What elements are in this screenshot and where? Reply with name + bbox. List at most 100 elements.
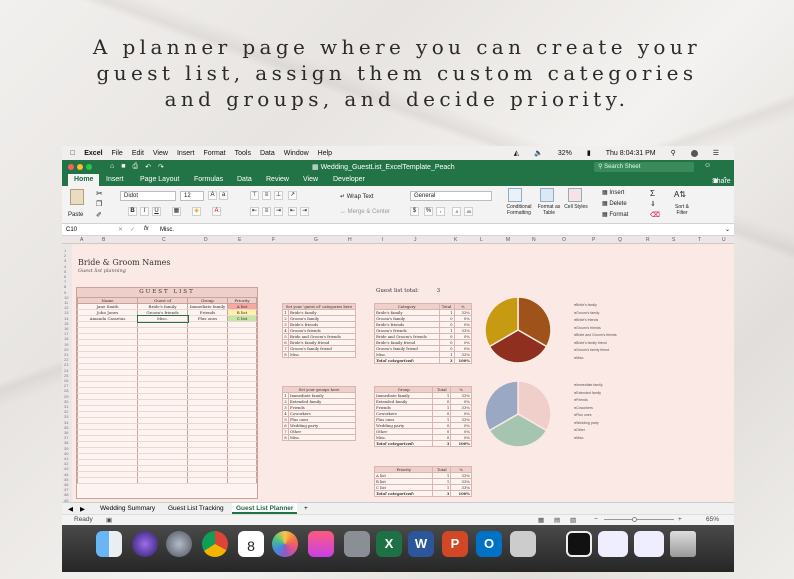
tab-home[interactable]: Home [68, 174, 100, 186]
copy-icon[interactable]: ❐ [96, 200, 102, 208]
decrease-decimal-icon[interactable]: .00 [464, 207, 473, 216]
minimize-window-button[interactable] [77, 164, 83, 170]
merge-center-button[interactable]: ↔ Merge & Center [340, 209, 390, 215]
column-header-r[interactable]: R [646, 237, 650, 243]
column-header-b[interactable]: B [102, 237, 105, 243]
orientation-icon[interactable]: ↗ [288, 191, 297, 200]
paste-label[interactable]: Paste [68, 212, 83, 218]
outlook-icon[interactable]: O [476, 531, 502, 557]
redo-icon[interactable]: ↷ [158, 163, 164, 171]
group-setup-item[interactable]: Misc. [288, 434, 356, 441]
sort-filter-label[interactable]: Sort & Filter [670, 204, 694, 216]
search-sheet-input[interactable]: ⚲ Search Sheet [594, 162, 694, 172]
menu-list-icon[interactable]: ☰ [713, 149, 719, 157]
column-header-n[interactable]: N [532, 237, 536, 243]
tab-insert[interactable]: Insert [106, 176, 124, 183]
align-right-icon[interactable]: ⇥ [274, 207, 283, 216]
currency-icon[interactable]: $ [410, 207, 419, 216]
sheet-tab-guest-list-tracking[interactable]: Guest List Tracking [168, 505, 224, 512]
align-center-icon[interactable]: ≡ [262, 207, 271, 216]
column-header-l[interactable]: L [480, 237, 483, 243]
comma-icon[interactable]: , [436, 207, 445, 216]
category-setup-item[interactable]: Misc. [288, 351, 356, 358]
column-header-g[interactable]: G [314, 237, 318, 243]
music-icon[interactable] [308, 531, 334, 557]
font-color-icon[interactable]: A [212, 207, 221, 216]
add-sheet-icon[interactable]: + [304, 505, 308, 512]
photos-icon[interactable] [272, 531, 298, 557]
zoom-level[interactable]: 65% [706, 516, 719, 523]
column-header-h[interactable]: H [348, 237, 352, 243]
cancel-formula-icon[interactable]: ✕ [118, 226, 123, 233]
guest-cell[interactable] [137, 477, 188, 484]
word-icon[interactable]: W [408, 531, 434, 557]
fill-icon[interactable]: ⇓ [650, 200, 656, 208]
tab-review[interactable]: Review [266, 176, 289, 183]
ribbon-collapse-icon[interactable]: ⌃ [722, 176, 728, 184]
prev-sheet-icon[interactable]: ◀ [68, 505, 73, 513]
format-as-table-label[interactable]: Format as Table [536, 204, 562, 216]
trash-icon[interactable] [670, 531, 696, 557]
volume-icon[interactable]: 🔈 [534, 149, 543, 157]
finder-icon[interactable] [96, 531, 122, 557]
format-as-table-icon[interactable] [540, 188, 554, 202]
zoom-slider-thumb[interactable] [632, 517, 637, 522]
align-left-icon[interactable]: ⇤ [250, 207, 259, 216]
autosum-icon[interactable]: Σ [650, 189, 655, 198]
number-format-select[interactable]: General [410, 191, 492, 201]
column-header-k[interactable]: K [454, 237, 457, 243]
menu-tools[interactable]: Tools [235, 150, 251, 157]
menu-help[interactable]: Help [318, 150, 332, 157]
menu-view[interactable]: View [153, 150, 168, 157]
column-header-j[interactable]: J [414, 237, 417, 243]
column-header-c[interactable]: C [162, 237, 166, 243]
format-cells-button[interactable]: ▦ Format [602, 211, 628, 218]
tab-view[interactable]: View [303, 176, 318, 183]
fill-color-icon[interactable]: ◈ [192, 207, 201, 216]
borders-icon[interactable]: ▦ [172, 207, 181, 216]
enter-formula-icon[interactable]: ✓ [130, 226, 135, 233]
battery-icon[interactable]: ▮ [587, 149, 591, 157]
align-middle-icon[interactable]: ≡ [262, 191, 271, 200]
recent-file-thumbnail-1[interactable] [598, 531, 628, 557]
column-header-f[interactable]: F [272, 237, 275, 243]
system-preferences-icon[interactable] [344, 531, 370, 557]
smiley-icon[interactable]: ☺ [704, 162, 711, 169]
page-break-view-icon[interactable]: ▧ [570, 516, 576, 524]
tab-page-layout[interactable]: Page Layout [140, 176, 179, 183]
menu-insert[interactable]: Insert [177, 150, 195, 157]
guest-cell[interactable] [227, 477, 257, 484]
font-size-select[interactable]: 12 [180, 191, 204, 201]
cell-styles-label[interactable]: Cell Styles [564, 204, 588, 210]
instagram-icon[interactable] [566, 531, 592, 557]
column-header-p[interactable]: P [592, 237, 595, 243]
guest-cell[interactable] [77, 477, 138, 484]
next-sheet-icon[interactable]: ▶ [80, 505, 85, 513]
calendar-icon[interactable]: 8 [238, 531, 264, 557]
column-header-q[interactable]: Q [618, 237, 622, 243]
delete-cells-button[interactable]: ▦ Delete [602, 200, 627, 207]
spotlight-icon[interactable]: ⚲ [671, 149, 676, 157]
undo-icon[interactable]: ↶ [145, 163, 151, 171]
sheet-tab-guest-list-planner[interactable]: Guest List Planner [232, 503, 298, 514]
insert-cells-button[interactable]: ▦ Insert [602, 189, 624, 196]
wifi-icon[interactable]: ◭ [514, 149, 519, 157]
excel-icon[interactable]: X [376, 531, 402, 557]
tab-data[interactable]: Data [237, 176, 252, 183]
column-header-m[interactable]: M [506, 237, 510, 243]
guest-cell[interactable]: Immediate family [187, 303, 228, 310]
recent-file-thumbnail-2[interactable] [634, 531, 664, 557]
zoom-slider[interactable] [604, 519, 674, 520]
tab-formulas[interactable]: Formulas [194, 176, 223, 183]
menu-format[interactable]: Format [203, 150, 225, 157]
tab-developer[interactable]: Developer [333, 176, 365, 183]
save-icon[interactable]: ■ [121, 163, 125, 171]
expand-formula-icon[interactable]: ⌄ [725, 226, 730, 233]
powerpoint-icon[interactable]: P [442, 531, 468, 557]
column-header-i[interactable]: I [382, 237, 383, 243]
font-family-select[interactable]: Didot [120, 191, 176, 201]
grow-font-icon[interactable]: A [208, 191, 217, 200]
clear-icon[interactable]: ⌫ [650, 211, 660, 219]
formula-input[interactable]: Misc. [160, 227, 174, 233]
conditional-formatting-label[interactable]: Conditional Formatting [502, 204, 536, 216]
